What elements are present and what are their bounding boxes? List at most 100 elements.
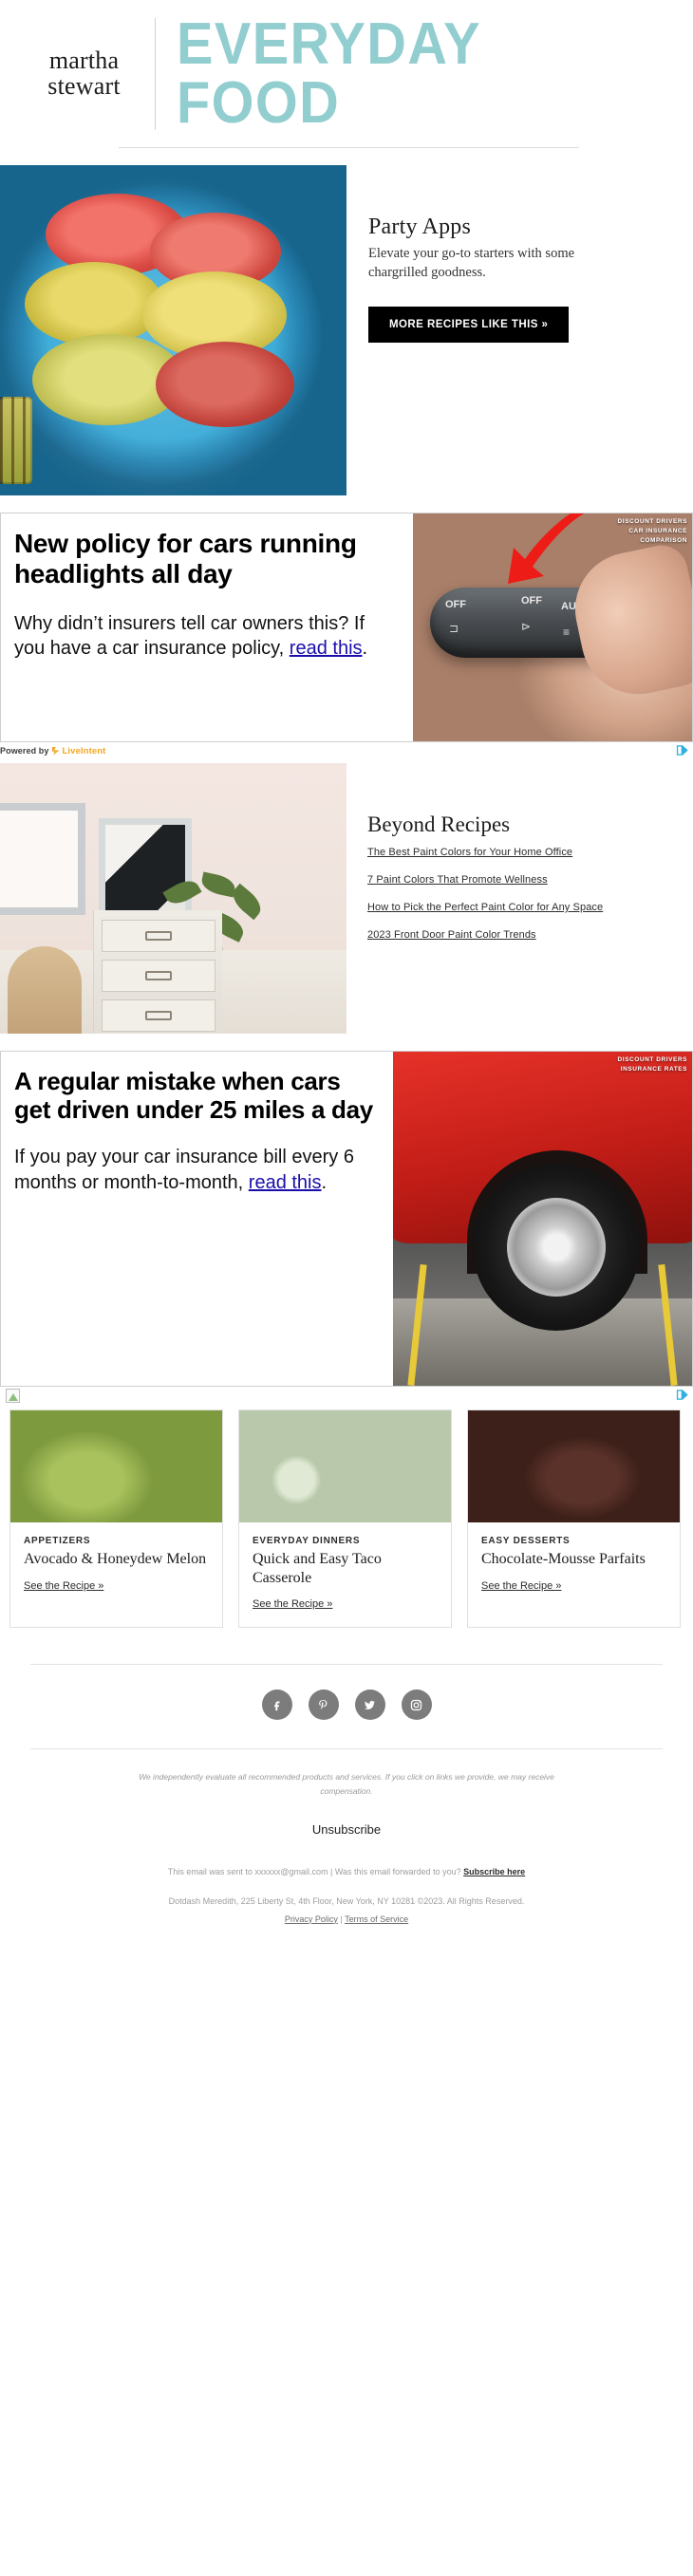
footer-fine-print: This email was sent to xxxxxx@gmail.com … (0, 1863, 693, 1929)
recipe-card-category: APPETIZERS (24, 1536, 91, 1546)
martha-stewart-logo[interactable]: martha stewart (17, 47, 151, 100)
lamp-icon: ⊳ (521, 620, 532, 633)
adchoices-icon[interactable] (676, 744, 689, 756)
chair-graphic (8, 946, 82, 1034)
beyond-recipes-image[interactable] (0, 763, 346, 1034)
affiliate-disclaimer: We independently evaluate all recommende… (139, 1772, 554, 1796)
badge-line-1: DISCOUNT DRIVERS (617, 518, 687, 525)
drawer-handle-icon (145, 931, 172, 941)
see-the-recipe-link[interactable]: See the Recipe » (253, 1598, 332, 1610)
recipe-card-title: Chocolate-Mousse Parfaits (481, 1551, 646, 1567)
beyond-recipes-text: Beyond Recipes The Best Paint Colors for… (346, 763, 693, 1034)
leaf (199, 871, 237, 898)
grilled-vegetable (0, 397, 32, 484)
brand-line-2: stewart (47, 71, 121, 100)
beam-icon: ≡ (563, 625, 571, 639)
ad-footer: Powered by LiveIntent (0, 742, 693, 759)
ad-headline: A regular mistake when cars get driven u… (14, 1067, 373, 1125)
ad-read-this-link[interactable]: read this (249, 1172, 322, 1193)
forwarded-text: Was this email forwarded to you? (334, 1866, 461, 1876)
tomato-slice (25, 262, 163, 345)
everyday-food-wordmark: EVERYDAY FOOD (177, 10, 480, 136)
ad-image[interactable]: DISCOUNT DRIVERS INSURANCE RATES (393, 1052, 692, 1386)
hero-image[interactable] (0, 165, 346, 495)
ad-read-this-link[interactable]: read this (290, 638, 363, 659)
drawer-unit (93, 910, 222, 1034)
ad-image[interactable]: OFF OFF AUTO ⊐ ⊳ ≡ DISCOUNT DRIVERS CAR … (413, 513, 692, 741)
subscribe-here-link[interactable]: Subscribe here (463, 1867, 525, 1876)
twitter-glyph (364, 1700, 376, 1709)
sent-to-text: This email was sent to xxxxxx@gmail.com (167, 1866, 328, 1876)
ad-headline: New policy for cars running headlights a… (14, 529, 357, 589)
privacy-policy-link[interactable]: Privacy Policy (285, 1914, 338, 1924)
beyond-link-1[interactable]: The Best Paint Colors for Your Home Offi… (367, 847, 682, 858)
hero-section: Party Apps Elevate your go-to starters w… (0, 165, 693, 495)
ad-box[interactable]: A regular mistake when cars get driven u… (0, 1051, 693, 1387)
hero-title: Party Apps (368, 215, 472, 239)
sent-to-row: This email was sent to xxxxxx@gmail.com … (0, 1863, 693, 1881)
beyond-recipes-title: Beyond Recipes (367, 812, 511, 836)
unsubscribe-link[interactable]: Unsubscribe (312, 1822, 381, 1837)
tyre-graphic (473, 1164, 640, 1331)
ad-box[interactable]: New policy for cars running headlights a… (0, 513, 693, 742)
recipe-card-category: EASY DESSERTS (481, 1536, 571, 1546)
ad-copy: A regular mistake when cars get driven u… (1, 1052, 393, 1386)
broken-image-icon (6, 1389, 20, 1403)
recipe-card-grid: APPETIZERS Avocado & Honeydew Melon See … (0, 1404, 693, 1629)
liveintent-logo-icon (51, 746, 60, 756)
instagram-icon[interactable] (401, 1689, 432, 1721)
drawer (102, 999, 215, 1032)
ad-body: If you pay your car insurance bill every… (14, 1145, 376, 1195)
terms-of-service-link[interactable]: Terms of Service (345, 1914, 408, 1924)
ad-copy: New policy for cars running headlights a… (1, 513, 413, 741)
unsubscribe-row: Unsubscribe (0, 1821, 693, 1839)
badge-line-1: DISCOUNT DRIVERS (617, 1056, 687, 1063)
wall-art-frame (0, 803, 85, 915)
off-label: OFF (521, 595, 542, 607)
beyond-link-3[interactable]: How to Pick the Perfect Paint Color for … (367, 902, 682, 913)
separator: | (330, 1866, 333, 1876)
off-label: OFF (445, 599, 466, 610)
recipe-card[interactable]: APPETIZERS Avocado & Honeydew Melon See … (9, 1409, 223, 1629)
ad-body-after: . (321, 1171, 328, 1193)
see-the-recipe-link[interactable]: See the Recipe » (481, 1580, 561, 1592)
pinterest-icon[interactable] (308, 1689, 339, 1721)
beyond-link-2[interactable]: 7 Paint Colors That Promote Wellness (367, 874, 682, 886)
fog-lamp-icon: ⊐ (449, 622, 459, 635)
recipe-card-image (10, 1410, 222, 1522)
ad-body: Why didn’t insurers tell car owners this… (14, 611, 396, 662)
facebook-glyph (274, 1701, 280, 1710)
social-links (0, 1665, 693, 1748)
ad-unit-low-mileage: A regular mistake when cars get driven u… (0, 1051, 693, 1404)
drawer (102, 920, 215, 952)
recipe-card[interactable]: EVERYDAY DINNERS Quick and Easy Taco Cas… (238, 1409, 452, 1629)
recipe-card[interactable]: EASY DESSERTS Chocolate-Mousse Parfaits … (467, 1409, 681, 1629)
recipe-card-body: EVERYDAY DINNERS Quick and Easy Taco Cas… (239, 1522, 451, 1627)
badge-line-2: CAR INSURANCE (628, 527, 687, 534)
red-arrow-icon (508, 513, 585, 584)
recipe-card-image (468, 1410, 680, 1522)
instagram-glyph (410, 1699, 422, 1710)
powered-by-label: Powered by (0, 746, 49, 756)
newsletter-page: martha stewart EVERYDAY FOOD Party Apps … (0, 0, 693, 1928)
adchoices-icon[interactable] (676, 1389, 689, 1401)
tomato-plate-graphic (0, 165, 346, 495)
badge-line-3: COMPARISON (640, 536, 687, 544)
more-recipes-button[interactable]: MORE RECIPES LIKE THIS » (368, 307, 570, 343)
drawer-handle-icon (145, 971, 172, 980)
ad-unit-headlights: New policy for cars running headlights a… (0, 513, 693, 759)
liveintent-name: LiveIntent (62, 745, 106, 756)
twitter-icon[interactable] (354, 1689, 385, 1721)
facebook-icon[interactable] (261, 1689, 292, 1721)
powered-by-liveintent[interactable]: Powered by LiveIntent (0, 746, 105, 756)
hero-subtitle: Elevate your go-to starters with some ch… (368, 246, 575, 280)
pinterest-glyph (319, 1699, 328, 1709)
recipe-card-body: APPETIZERS Avocado & Honeydew Melon See … (10, 1522, 222, 1609)
masthead: martha stewart EVERYDAY FOOD (0, 0, 693, 147)
badge-line-2: INSURANCE RATES (620, 1065, 687, 1073)
see-the-recipe-link[interactable]: See the Recipe » (24, 1580, 103, 1592)
beyond-link-4[interactable]: 2023 Front Door Paint Color Trends (367, 929, 682, 941)
drawer-handle-icon (145, 1011, 172, 1020)
legal-block: Dotdash Meredith, 225 Liberty St, 4th Fl… (0, 1893, 693, 1929)
tomato-slice (156, 342, 294, 427)
